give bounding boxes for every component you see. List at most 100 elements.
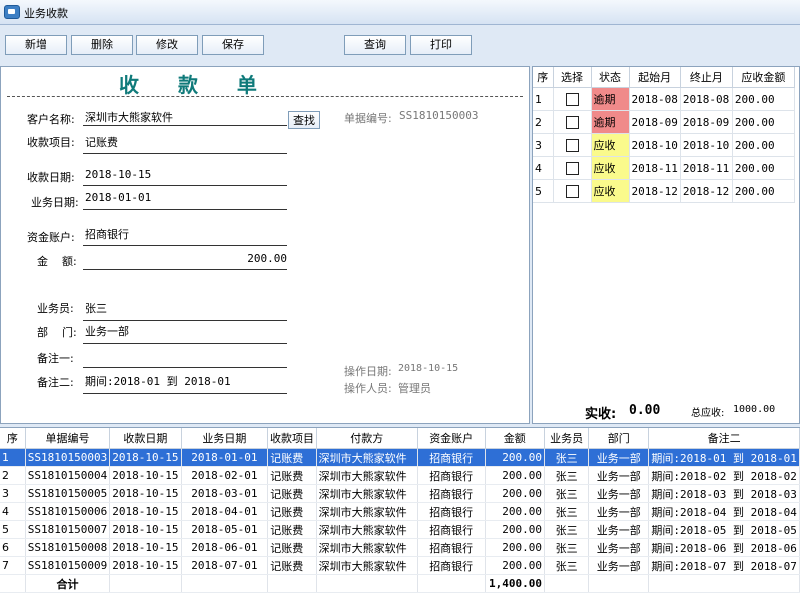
grid-cell-note2: 期间:2018-03 到 2018-03 [648, 484, 800, 503]
grid-cell-amount: 200.00 [485, 520, 546, 539]
period-no: 2 [533, 110, 554, 134]
grid-cell-account: 招商银行 [417, 484, 486, 503]
period-col-amount[interactable]: 应收金额 [732, 67, 795, 88]
period-row[interactable]: 3 应收 2018-10 2018-10 200.00 [533, 133, 795, 157]
delete-button[interactable]: 删除 [71, 35, 133, 55]
period-checkbox[interactable] [565, 115, 579, 129]
save-button[interactable]: 保存 [202, 35, 264, 55]
grid-cell-dept: 业务一部 [588, 502, 650, 521]
status-badge: 应收 [591, 156, 630, 180]
dept-label: 部 门: [37, 326, 77, 339]
period-checkbox[interactable] [565, 138, 579, 152]
table-row[interactable]: 6 SS1810150008 2018-10-15 2018-06-01 记账费 深圳市大… [0, 538, 800, 557]
period-col-status[interactable]: 状态 [591, 67, 630, 88]
grid-col-docno[interactable]: 单据编号 [25, 428, 111, 449]
operator-label: 操作人员: [344, 382, 392, 395]
dept-field[interactable]: 业务一部 [85, 323, 129, 339]
period-amount: 200.00 [732, 110, 795, 134]
table-row[interactable]: 2 SS1810150004 2018-10-15 2018-02-01 记账费 深圳市大… [0, 466, 800, 485]
period-end: 2018-12 [680, 179, 733, 203]
period-end: 2018-09 [680, 110, 733, 134]
table-row[interactable]: 5 SS1810150007 2018-10-15 2018-05-01 记账费 深圳市大… [0, 520, 800, 539]
table-row[interactable]: 7 SS1810150009 2018-10-15 2018-07-01 记账费 深圳市大… [0, 556, 800, 575]
salesman-field[interactable]: 张三 [85, 300, 107, 316]
receipt-table: 序 单据编号 收款日期 业务日期 收款项目 付款方 资金账户 金额 业务员 部门… [0, 428, 800, 593]
grid-cell-item: 记账费 [267, 556, 317, 575]
receipt-date-field[interactable]: 2018-10-15 [85, 168, 151, 181]
period-checkbox[interactable] [565, 161, 579, 175]
customer-field[interactable]: 深圳市大熊家软件 [85, 109, 173, 125]
table-row[interactable]: 4 SS1810150006 2018-10-15 2018-04-01 记账费 深圳市大… [0, 502, 800, 521]
period-row[interactable]: 5 应收 2018-12 2018-12 200.00 [533, 179, 795, 203]
toolbar: 新增 删除 修改 保存 查询 打印 [0, 25, 800, 63]
grid-cell-receipt-date: 2018-10-15 [109, 538, 182, 557]
grid-cell-note2: 期间:2018-01 到 2018-01 [648, 448, 800, 467]
period-no: 1 [533, 87, 554, 111]
period-col-start[interactable]: 起始月 [629, 67, 681, 88]
period-amount: 200.00 [732, 133, 795, 157]
period-checkbox[interactable] [565, 92, 579, 106]
find-button[interactable]: 查找 [288, 111, 320, 129]
op-date-label: 操作日期: [344, 365, 392, 378]
period-col-select[interactable]: 选择 [553, 67, 592, 88]
note2-label: 备注二: [37, 376, 74, 389]
grid-total-label: 合计 [25, 574, 111, 593]
period-amount: 200.00 [732, 87, 795, 111]
period-row[interactable]: 4 应收 2018-11 2018-11 200.00 [533, 156, 795, 180]
period-row[interactable]: 2 逾期 2018-09 2018-09 200.00 [533, 110, 795, 134]
received-label: 实收: [585, 407, 617, 422]
grid-cell-salesman: 张三 [544, 556, 590, 575]
grid-col-amount[interactable]: 金额 [485, 428, 546, 449]
period-start: 2018-12 [629, 179, 681, 203]
account-field[interactable]: 招商银行 [85, 226, 129, 242]
amount-field[interactable]: 200.00 [85, 252, 287, 265]
period-start: 2018-09 [629, 110, 681, 134]
receipt-form: 收 款 单 客户名称: 深圳市大熊家软件 查找 单据编号: SS18101500… [0, 66, 530, 424]
period-row[interactable]: 1 逾期 2018-08 2018-08 200.00 [533, 87, 795, 111]
salesman-label: 业务员: [37, 302, 74, 315]
grid-col-item[interactable]: 收款项目 [267, 428, 317, 449]
grid-col-dept[interactable]: 部门 [588, 428, 650, 449]
grid-cell-payer: 深圳市大熊家软件 [316, 556, 418, 575]
print-button[interactable]: 打印 [410, 35, 472, 55]
grid-col-account[interactable]: 资金账户 [417, 428, 486, 449]
grid-cell-biz-date: 2018-01-01 [181, 448, 269, 467]
grid-total-row: 合计 1,400.00 [0, 574, 800, 593]
doc-no-value: SS1810150003 [399, 109, 479, 122]
grid-col-note2[interactable]: 备注二 [648, 428, 800, 449]
period-panel: 序 选择 状态 起始月 终止月 应收金额 1 逾期 2018-08 2018-0… [532, 66, 800, 424]
grid-total-amount: 1,400.00 [485, 574, 546, 593]
grid-cell-no: 5 [0, 520, 26, 539]
grid-col-biz-date[interactable]: 业务日期 [181, 428, 269, 449]
period-end: 2018-10 [680, 133, 733, 157]
grid-col-receipt-date[interactable]: 收款日期 [109, 428, 182, 449]
grid-cell-no: 6 [0, 538, 26, 557]
table-row[interactable]: 3 SS1810150005 2018-10-15 2018-03-01 记账费 深圳市大… [0, 484, 800, 503]
note1-label: 备注一: [37, 352, 74, 365]
biz-date-field[interactable]: 2018-01-01 [85, 191, 151, 204]
period-col-end[interactable]: 终止月 [680, 67, 733, 88]
grid-cell-salesman: 张三 [544, 466, 590, 485]
grid-cell-item: 记账费 [267, 502, 317, 521]
note2-field[interactable]: 期间:2018-01 到 2018-01 [85, 373, 231, 389]
grid-cell-salesman: 张三 [544, 484, 590, 503]
grid-col-salesman[interactable]: 业务员 [544, 428, 590, 449]
period-start: 2018-11 [629, 156, 681, 180]
period-checkbox[interactable] [565, 184, 579, 198]
grid-cell-payer: 深圳市大熊家软件 [316, 538, 418, 557]
grid-col-no[interactable]: 序 [0, 428, 26, 449]
status-badge: 应收 [591, 133, 630, 157]
grid-col-payer[interactable]: 付款方 [316, 428, 418, 449]
status-badge: 应收 [591, 179, 630, 203]
item-field[interactable]: 记账费 [85, 134, 118, 150]
grid-header-row: 序 单据编号 收款日期 业务日期 收款项目 付款方 资金账户 金额 业务员 部门… [0, 428, 800, 449]
grid-cell-account: 招商银行 [417, 448, 486, 467]
edit-button[interactable]: 修改 [136, 35, 198, 55]
table-row[interactable]: 1 SS1810150003 2018-10-15 2018-01-01 记账费 深圳市大… [0, 448, 800, 467]
query-button[interactable]: 查询 [344, 35, 406, 55]
period-col-no[interactable]: 序 [533, 67, 554, 88]
item-label: 收款项目: [27, 136, 75, 149]
grid-cell-biz-date: 2018-05-01 [181, 520, 269, 539]
add-button[interactable]: 新增 [5, 35, 67, 55]
grid-cell-payer: 深圳市大熊家软件 [316, 520, 418, 539]
